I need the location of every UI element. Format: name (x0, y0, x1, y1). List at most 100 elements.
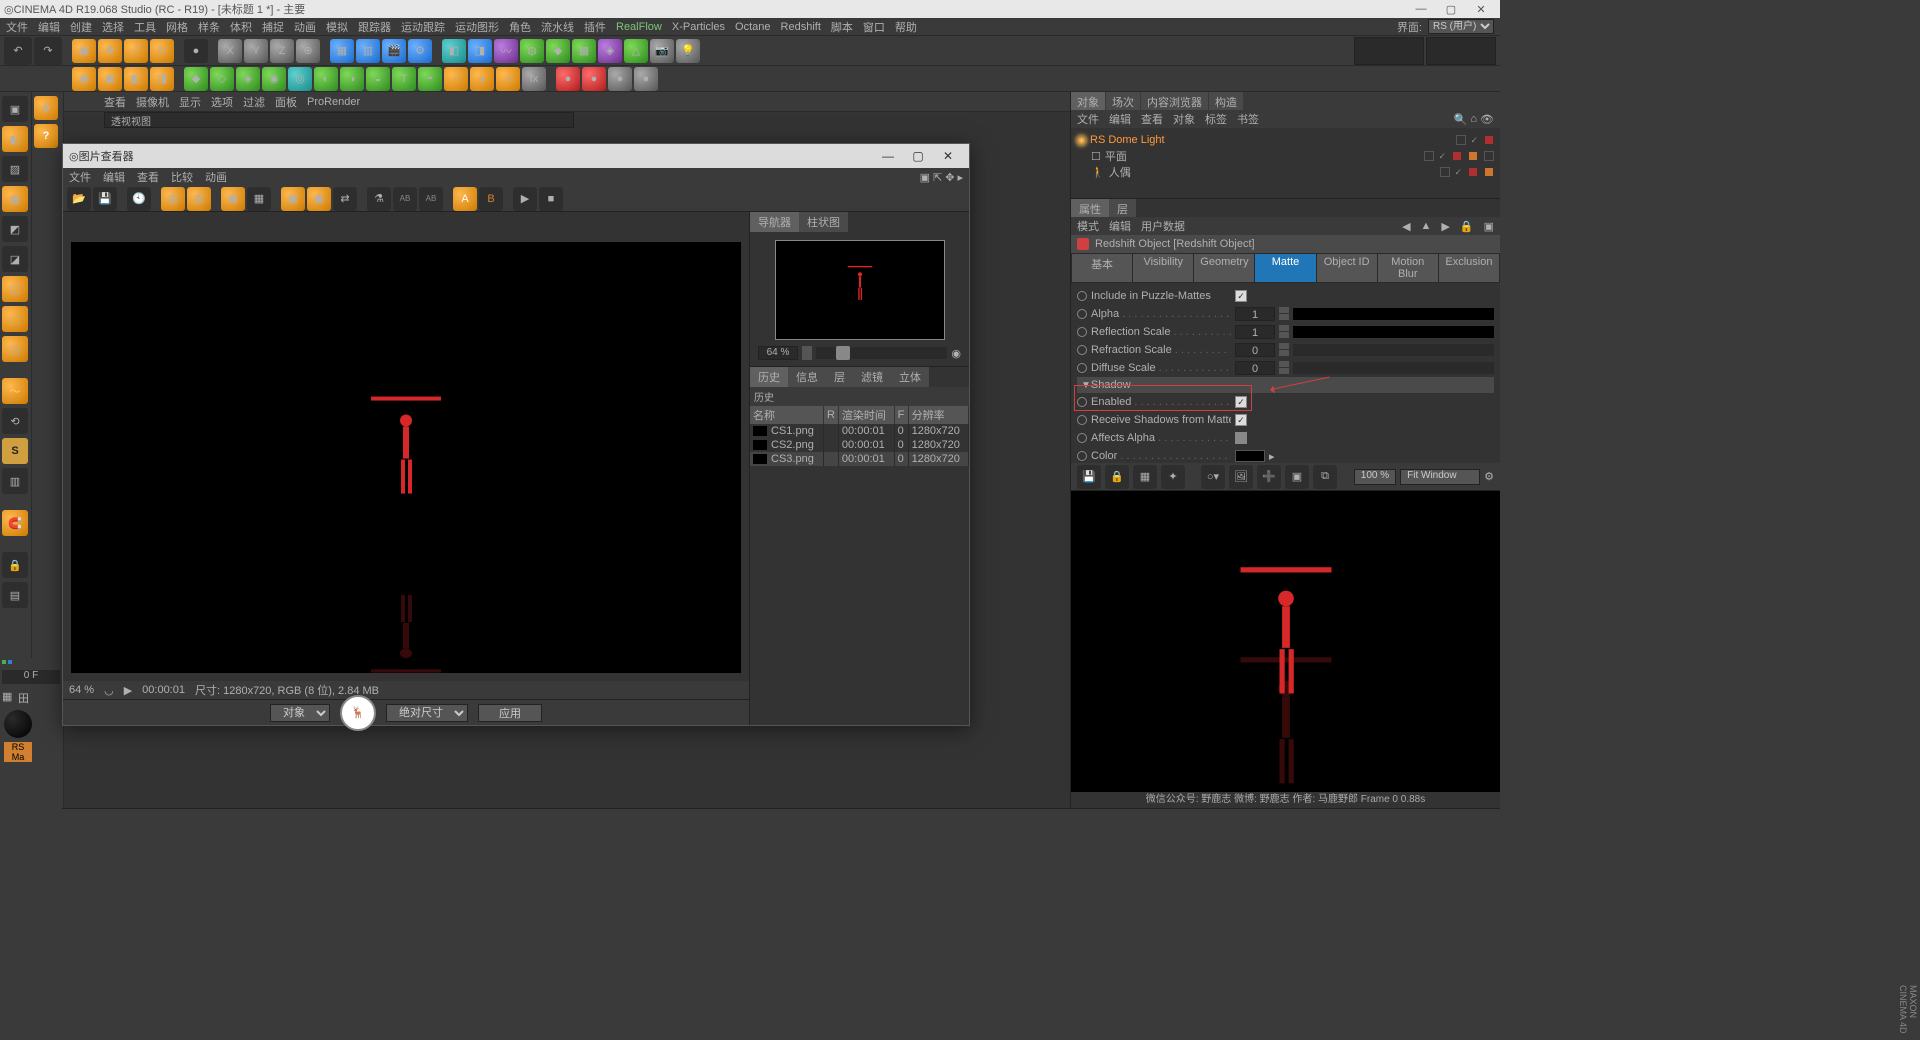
hist-row-2[interactable]: CS2.png00:00:0101280x720 (750, 438, 969, 452)
vis-tag[interactable] (1456, 135, 1466, 145)
make-editable-icon[interactable]: ▣ (2, 96, 28, 122)
primitive-cube-icon[interactable]: ◧ (442, 39, 466, 63)
tb2-3[interactable]: ◧ (124, 67, 148, 91)
curve-mode-icon[interactable]: 〜 (2, 378, 28, 404)
menu-redshift[interactable]: Redshift (781, 21, 821, 33)
col-time[interactable]: 渲染时间 (838, 406, 894, 424)
menu-pipeline[interactable]: 流水线 (541, 19, 574, 35)
view-menu-options[interactable]: 选项 (211, 94, 233, 110)
tb2-13[interactable]: T (392, 67, 416, 91)
rv-lock-icon[interactable]: 🔒 (1105, 465, 1129, 489)
attr-menu-userdata[interactable]: 用户数据 (1141, 218, 1185, 234)
menu-octane[interactable]: Octane (735, 21, 770, 33)
search-icon[interactable]: 🔍 (1454, 113, 1468, 126)
pv-htab-history[interactable]: 历史 (750, 367, 788, 387)
at-basic[interactable]: 基本 (1072, 254, 1132, 282)
snap-p-icon[interactable]: ▥ (2, 468, 28, 494)
pv-stop-icon[interactable]: ■ (539, 187, 563, 211)
tb2-16[interactable]: ◕ (470, 67, 494, 91)
tb2-9[interactable]: ◎ (288, 67, 312, 91)
pv-menu-anim[interactable]: 动画 (205, 169, 227, 185)
material-slot[interactable] (4, 710, 32, 738)
pv-multi-icon[interactable]: ▦ (247, 187, 271, 211)
col-name[interactable]: 名称 (750, 406, 823, 424)
model-mode-icon[interactable]: ◧ (2, 126, 28, 152)
menu-spline[interactable]: 样条 (198, 19, 220, 35)
grid-small-icon[interactable]: ▦ (2, 690, 16, 704)
close-button[interactable]: ✕ (1466, 3, 1496, 16)
eye-icon[interactable]: 👁 (1480, 113, 1494, 126)
pv-pin-icon[interactable]: ⇱ (933, 171, 942, 184)
at-visibility[interactable]: Visibility (1133, 254, 1193, 282)
snap-s-icon[interactable]: S (2, 438, 28, 464)
om-tab-content[interactable]: 内容浏览器 (1141, 92, 1208, 110)
rs-tag[interactable] (1484, 135, 1494, 145)
menu-character[interactable]: 角色 (509, 19, 531, 35)
menu-plugins[interactable]: 插件 (584, 19, 606, 35)
menu-mograph[interactable]: 运动图形 (455, 19, 499, 35)
pv-ab2-icon[interactable]: AB (419, 187, 443, 211)
rv-gear-icon[interactable]: ⚙ (1484, 470, 1494, 483)
pv-swap-icon[interactable]: ⇄ (333, 187, 357, 211)
pv-menu-file[interactable]: 文件 (69, 169, 91, 185)
home-icon[interactable]: ⌂ (1470, 113, 1477, 126)
pv-status-spinner[interactable]: ◡ (104, 684, 114, 697)
om-menu-edit[interactable]: 编辑 (1109, 111, 1131, 127)
pv-zoom-slider[interactable] (816, 347, 947, 359)
pv-play-small-icon[interactable]: ▶ (124, 684, 132, 697)
rv-grid-icon[interactable]: ▦ (1133, 465, 1157, 489)
pv-pop-icon[interactable]: ✥ (945, 171, 954, 184)
array-icon[interactable]: ▦ (572, 39, 596, 63)
menu-animate[interactable]: 动画 (294, 19, 316, 35)
pv-b-icon[interactable]: B (479, 187, 503, 211)
check-puzzle[interactable]: ✓ (1235, 290, 1247, 302)
tb2-g1[interactable]: ● (608, 67, 632, 91)
tb2-4[interactable]: ◨ (150, 67, 174, 91)
tb2-15[interactable]: ◔ (444, 67, 468, 91)
om-menu-tags[interactable]: 标签 (1205, 111, 1227, 127)
menu-tools[interactable]: 工具 (134, 19, 156, 35)
vis-tag-3[interactable] (1440, 167, 1450, 177)
pv-chan-rgb-icon[interactable]: ▥ (161, 187, 185, 211)
pv-chan-a-icon[interactable]: ▥ (187, 187, 211, 211)
vis-tag-2[interactable] (1424, 151, 1434, 161)
cursor-icon[interactable]: ✥ (34, 96, 58, 120)
pv-bottom-abs[interactable]: 绝对尺寸 (386, 704, 468, 722)
rv-frame-icon[interactable]: ▣ (1285, 465, 1309, 489)
pv-htab-info[interactable]: 信息 (788, 367, 826, 387)
pv-titlebar[interactable]: ◎ 图片查看器 — ▢ ✕ (63, 144, 969, 168)
texture-mode-icon[interactable]: ▨ (2, 156, 28, 182)
attr-menu-mode[interactable]: 模式 (1077, 218, 1099, 234)
view-menu-camera[interactable]: 摄像机 (136, 94, 169, 110)
rs-tag-2[interactable] (1452, 151, 1462, 161)
pv-bottom-apply[interactable]: 应用 (478, 704, 542, 722)
col-res[interactable]: 分辨率 (908, 406, 968, 424)
pv-maximize-button[interactable]: ▢ (903, 149, 933, 163)
rv-image-icon[interactable]: 🖼 (1229, 465, 1253, 489)
pv-save-icon[interactable]: 💾 (93, 187, 117, 211)
om-tab-objects[interactable]: 对象 (1071, 92, 1105, 110)
om-menu-object[interactable]: 对象 (1173, 111, 1195, 127)
tb2-12[interactable]: ◒ (366, 67, 390, 91)
axis-mode-icon[interactable]: ◪ (2, 246, 28, 272)
check-affects-alpha[interactable] (1235, 432, 1247, 444)
at-geometry[interactable]: Geometry (1194, 254, 1254, 282)
attr-tab-attrs[interactable]: 属性 (1071, 199, 1109, 217)
point-mode-icon[interactable]: ◫ (2, 276, 28, 302)
at-matte[interactable]: Matte (1255, 254, 1315, 282)
pv-menu-edit[interactable]: 编辑 (103, 169, 125, 185)
tb2-14[interactable]: ◓ (418, 67, 442, 91)
attr-nav-back-icon[interactable]: ◀ (1402, 220, 1410, 233)
obj-dome-light[interactable]: RS Dome Light ✓ (1077, 132, 1494, 148)
pv-zoom-spinner[interactable] (802, 346, 812, 360)
menu-window[interactable]: 窗口 (863, 19, 885, 35)
check-recv[interactable]: ✓ (1235, 414, 1247, 426)
help-icon[interactable]: ? (34, 124, 58, 148)
pv-dock-icon[interactable]: ▣ (920, 171, 930, 184)
scale-tool-icon[interactable]: ⤢ (124, 39, 148, 63)
attr-menu-edit[interactable]: 编辑 (1109, 218, 1131, 234)
tb2-2[interactable]: ▣ (98, 67, 122, 91)
edge-mode-icon[interactable]: ⬚ (2, 306, 28, 332)
tb2-1[interactable]: ◉ (72, 67, 96, 91)
minimize-button[interactable]: — (1406, 3, 1436, 15)
